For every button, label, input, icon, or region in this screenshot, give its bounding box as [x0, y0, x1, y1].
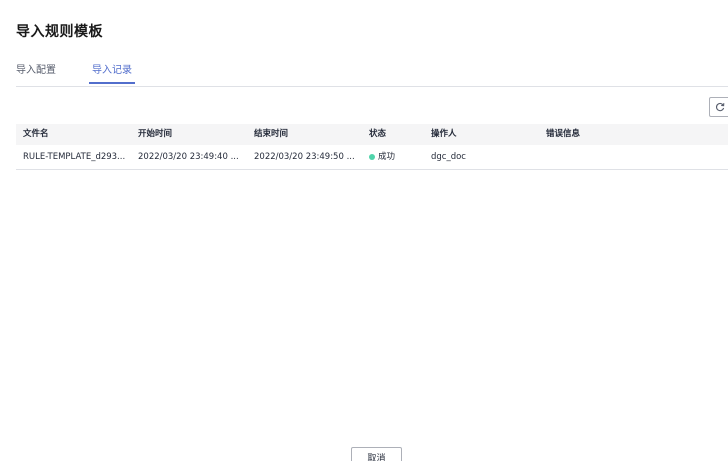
table-row: RULE-TEMPLATE_d293... 2022/03/20 23:49:4…	[16, 145, 728, 170]
import-rule-template-dialog: 导入规则模板 导入配置 导入记录 文件名 开始时间 结束时间 状态 操作人 错误…	[0, 0, 728, 461]
refresh-icon	[715, 102, 725, 112]
column-header-operator: 操作人	[431, 129, 457, 139]
table-header: 文件名 开始时间 结束时间 状态 操作人 错误信息	[16, 124, 728, 145]
cell-status: 成功	[369, 145, 424, 169]
refresh-button[interactable]	[709, 97, 728, 117]
cell-start-time: 2022/03/20 23:49:40 ...	[138, 152, 239, 162]
tab-import-records[interactable]: 导入记录	[89, 64, 135, 84]
import-records-table: 文件名 开始时间 结束时间 状态 操作人 错误信息 RULE-TEMPLATE_…	[16, 124, 728, 170]
dialog-title: 导入规则模板	[16, 24, 103, 40]
column-header-error: 错误信息	[546, 129, 581, 139]
cell-file-name: RULE-TEMPLATE_d293...	[23, 152, 126, 162]
status-text: 成功	[378, 152, 396, 162]
tab-bar: 导入配置 导入记录	[16, 62, 728, 87]
cancel-button[interactable]: 取消	[351, 447, 402, 461]
column-header-end-time: 结束时间	[254, 129, 289, 139]
column-header-file-name: 文件名	[23, 129, 49, 139]
tab-import-config[interactable]: 导入配置	[16, 64, 56, 84]
cell-end-time: 2022/03/20 23:49:50 ...	[254, 152, 355, 162]
column-header-status: 状态	[369, 129, 387, 139]
column-header-start-time: 开始时间	[138, 129, 173, 139]
cell-operator: dgc_doc	[431, 152, 466, 162]
status-dot-icon	[369, 154, 375, 160]
